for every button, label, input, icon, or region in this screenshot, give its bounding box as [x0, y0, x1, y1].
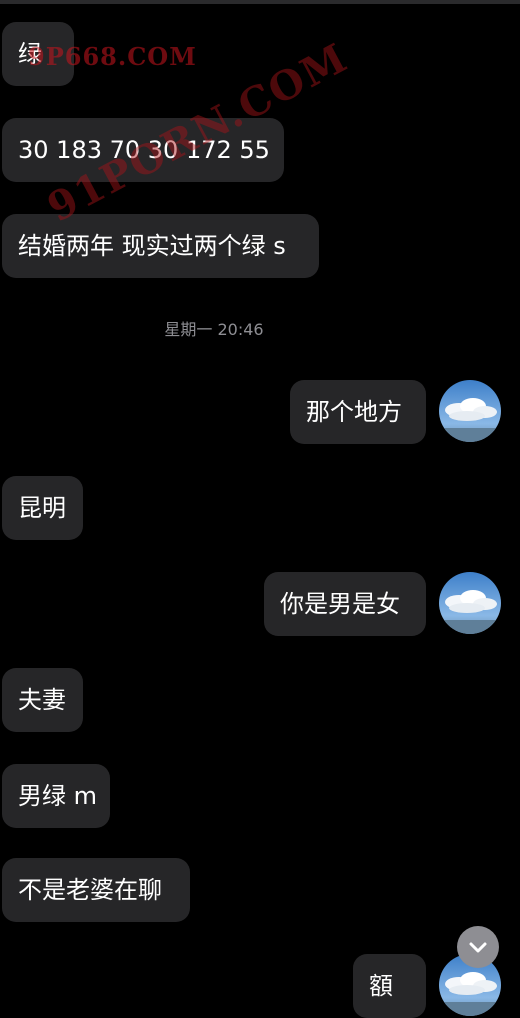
message-bubble-incoming[interactable]: 不是老婆在聊 [2, 858, 190, 922]
message-text: 你是男是女 [280, 590, 400, 618]
message-bubble-outgoing[interactable]: 那个地方 [290, 380, 426, 444]
message-bubble-incoming[interactable]: 男绿 m [2, 764, 110, 828]
chat-thread[interactable]: 绿 30 183 70 30 172 55 结婚两年 现实过两个绿 s 星期一 … [0, 0, 520, 1018]
message-text: 額 [369, 972, 393, 1000]
message-text: 不是老婆在聊 [18, 876, 162, 904]
message-bubble-outgoing[interactable]: 額 [353, 954, 426, 1018]
sky-cloud-avatar-icon [439, 380, 501, 442]
message-text: 30 183 70 30 172 55 [18, 136, 270, 164]
message-bubble-incoming[interactable]: 结婚两年 现实过两个绿 s [2, 214, 319, 278]
message-text: 夫妻 [18, 686, 66, 714]
avatar[interactable] [439, 380, 501, 442]
message-bubble-incoming[interactable]: 昆明 [2, 476, 83, 540]
message-text: 那个地方 [306, 398, 402, 426]
message-text: 昆明 [18, 494, 66, 522]
chat-timestamp: 星期一 20:46 [164, 320, 264, 339]
message-text: 男绿 m [18, 782, 98, 810]
message-bubble-outgoing[interactable]: 你是男是女 [264, 572, 426, 636]
scroll-to-bottom-button[interactable] [457, 926, 499, 968]
message-bubble-incoming[interactable]: 夫妻 [2, 668, 83, 732]
message-text: 绿 [18, 40, 42, 68]
message-bubble-incoming[interactable]: 30 183 70 30 172 55 [2, 118, 284, 182]
chevron-down-icon [469, 942, 487, 953]
message-text: 结婚两年 现实过两个绿 s [18, 232, 286, 260]
message-bubble-incoming[interactable]: 绿 [2, 22, 74, 86]
avatar[interactable] [439, 572, 501, 634]
sky-cloud-avatar-icon [439, 572, 501, 634]
